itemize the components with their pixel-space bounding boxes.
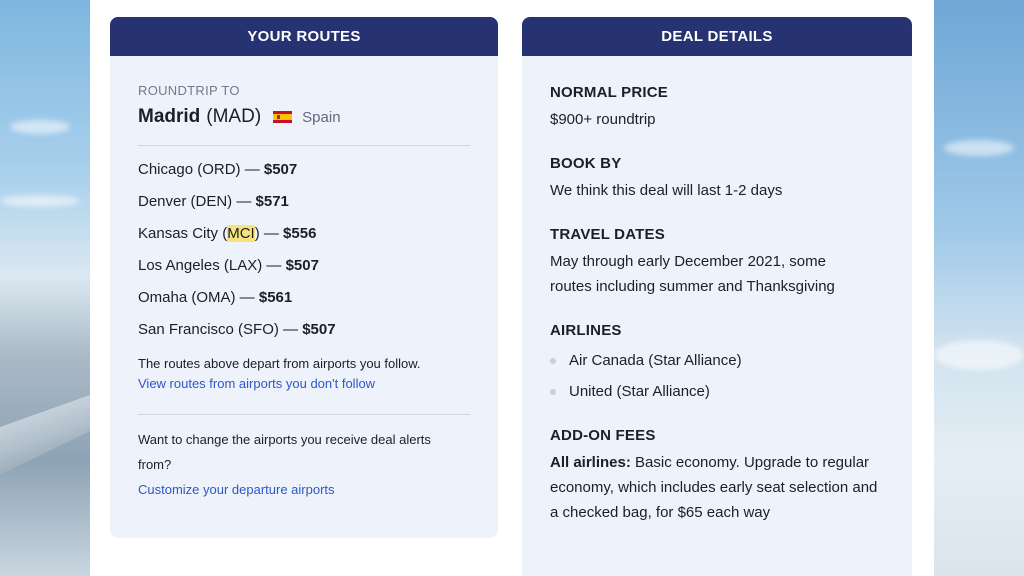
airline-item: Air Canada (Star Alliance) [550,345,884,376]
normal-price-section: NORMAL PRICE $900+ roundtrip [550,84,884,132]
route-price: $556 [283,225,317,242]
route-city: Denver (DEN) [138,193,233,210]
route-separator: — [262,257,286,274]
route-list: Chicago (ORD) — $507 Denver (DEN) — $571… [138,160,470,352]
route-item: Los Angeles (LAX) — $507 [138,256,470,288]
route-city: Kansas City ( [138,225,228,242]
bullet-icon [550,357,556,364]
route-city: Chicago (ORD) [138,161,241,178]
roundtrip-label: ROUNDTRIP TO [138,83,240,98]
background-sky-right [934,0,1024,576]
add-on-fees-title: ADD-ON FEES [550,427,656,444]
cloud [10,120,70,134]
view-unfollowed-routes-link[interactable]: View routes from airports you don't foll… [138,374,470,394]
travel-dates-title: TRAVEL DATES [550,226,665,243]
divider [138,414,470,415]
airplane-wing-image [0,395,90,475]
add-on-fees-lead: All airlines: [550,454,631,471]
book-by-title: BOOK BY [550,155,622,172]
airlines-section: AIRLINES Air Canada (Star Alliance) Unit… [550,322,884,407]
route-price: $571 [255,193,289,210]
your-routes-header: YOUR ROUTES [110,17,498,56]
divider [138,145,470,146]
route-separator: — [240,161,264,178]
deal-details-header: DEAL DETAILS [522,17,912,56]
cloud [934,340,1024,370]
route-price: $561 [258,289,293,306]
route-price: $507 [285,257,319,274]
route-item: San Francisco (SFO) — $507 [138,320,470,352]
route-separator: — [278,321,303,338]
book-by-section: BOOK BY We think this deal will last 1-2… [550,155,884,203]
route-price: $507 [263,161,298,178]
add-on-fees-section: ADD-ON FEES All airlines: Basic economy.… [550,427,884,525]
cloud [0,195,80,207]
travel-dates-text: May through early December 2021, some ro… [550,253,835,295]
route-city: San Francisco (SFO) [138,321,279,338]
change-airports-prompt: Want to change the airports you receive … [138,432,431,472]
route-item: Denver (DEN) — $571 [138,192,470,224]
customize-airports-link[interactable]: Customize your departure airports [138,477,470,502]
cloud [944,140,1014,156]
your-routes-card: YOUR ROUTES ROUNDTRIP TO Madrid (MAD) Sp… [110,17,498,538]
follow-note: The routes above depart from airports yo… [138,356,421,371]
route-city: Los Angeles (LAX) [138,257,263,274]
normal-price-text: $900+ roundtrip [550,111,656,128]
route-separator: — [235,289,259,306]
route-item: Omaha (OMA) — $561 [138,288,470,320]
route-item: Kansas City (MCI) — $556 [138,224,470,256]
destination-code: (MAD) [206,106,262,127]
destination-country: Spain [302,108,341,126]
bullet-icon [550,388,556,395]
travel-dates-section: TRAVEL DATES May through early December … [550,226,884,299]
airlines-title: AIRLINES [550,322,622,339]
airline-name: Air Canada (Star Alliance) [569,352,742,369]
route-item: Chicago (ORD) — $507 [138,160,470,192]
route-city: Omaha (OMA) [138,289,236,306]
spain-flag-icon [273,111,293,123]
background-sky-left [0,0,90,576]
book-by-text: We think this deal will last 1-2 days [550,182,783,199]
destination-city: Madrid [138,106,201,127]
deal-page: YOUR ROUTES ROUNDTRIP TO Madrid (MAD) Sp… [90,0,934,576]
route-code-highlight: MCI [227,225,255,242]
deal-details-card: DEAL DETAILS NORMAL PRICE $900+ roundtri… [522,17,912,576]
airline-name: United (Star Alliance) [569,383,710,400]
airline-item: United (Star Alliance) [550,376,884,407]
airline-list: Air Canada (Star Alliance) United (Star … [550,345,884,407]
add-on-fees-text: All airlines: Basic economy. Upgrade to … [550,450,885,525]
normal-price-title: NORMAL PRICE [550,84,668,101]
route-separator: — [259,225,284,242]
route-separator: — [232,193,256,210]
destination: Madrid (MAD) Spain [138,104,470,130]
route-price: $507 [302,321,336,338]
